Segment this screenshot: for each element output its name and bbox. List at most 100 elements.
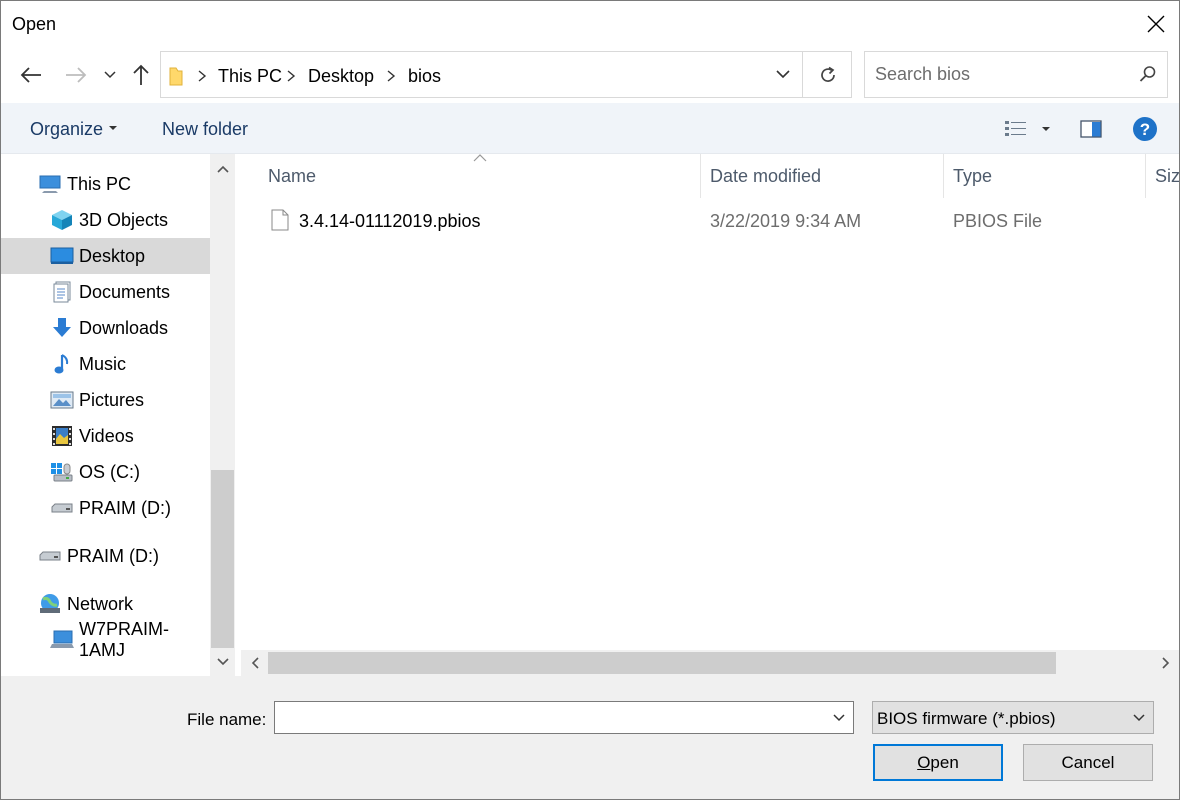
nav-item-label: Desktop xyxy=(79,245,146,266)
change-view-button[interactable] xyxy=(999,115,1055,143)
scrollbar-thumb[interactable] xyxy=(211,470,234,648)
chevron-down-icon xyxy=(104,71,116,79)
chevron-down-icon xyxy=(1133,713,1145,721)
file-row[interactable]: 3.4.14-01112019.pbios 3/22/2019 9:34 AM … xyxy=(241,204,1179,238)
nav-item-label: Music xyxy=(79,353,127,374)
address-history-dropdown[interactable] xyxy=(763,52,803,97)
new-folder-button[interactable]: New folder xyxy=(162,119,248,140)
file-icon xyxy=(271,209,289,236)
nav-item-3d-objects[interactable]: 3D Objects xyxy=(1,202,210,238)
breadcrumb-desktop[interactable]: Desktop xyxy=(308,66,374,87)
chevron-right-icon xyxy=(1161,657,1169,669)
file-type: PBIOS File xyxy=(953,211,1043,231)
nav-item-praim-d[interactable]: PRAIM (D:) xyxy=(1,490,210,526)
nav-item-label: This PC xyxy=(67,173,132,194)
column-divider[interactable] xyxy=(700,154,701,198)
breadcrumb-bios[interactable]: bios xyxy=(408,66,441,87)
preview-pane-icon xyxy=(1080,120,1102,138)
file-date-modified: 3/22/2019 9:34 AM xyxy=(710,211,862,231)
nav-item-videos[interactable]: Videos xyxy=(1,418,210,454)
nav-item-label: Pictures xyxy=(79,389,145,410)
scrollbar-thumb[interactable] xyxy=(268,652,1056,674)
nav-item-pictures[interactable]: Pictures xyxy=(1,382,210,418)
details-view-icon xyxy=(1005,121,1026,136)
breadcrumb-this-pc[interactable]: This PC xyxy=(218,66,282,87)
desktop-icon xyxy=(50,244,74,268)
nav-item-label: OS (C:) xyxy=(79,461,140,482)
nav-item-label: PRAIM (D:) xyxy=(67,545,159,566)
file-name-input[interactable] xyxy=(275,702,825,733)
download-arrow-icon xyxy=(50,316,74,340)
chevron-down-icon xyxy=(833,713,845,721)
file-name-dropdown-button[interactable] xyxy=(825,702,853,733)
nav-item-label: PRAIM (D:) xyxy=(79,497,171,518)
scroll-right-button[interactable] xyxy=(1152,650,1179,676)
close-button[interactable] xyxy=(1133,1,1179,47)
refresh-button[interactable] xyxy=(803,52,852,97)
windows-drive-icon xyxy=(50,460,74,484)
pictures-icon xyxy=(50,388,74,412)
scroll-up-button[interactable] xyxy=(210,154,235,184)
search-box[interactable] xyxy=(864,51,1168,98)
nav-item-network[interactable]: Network xyxy=(1,586,210,622)
column-header-size[interactable]: Size xyxy=(1155,154,1179,198)
navigation-pane: This PC 3D Objects Desktop Documents Dow… xyxy=(1,154,235,676)
usb-drive-icon xyxy=(38,544,62,568)
file-list-horizontal-scrollbar[interactable] xyxy=(241,650,1179,676)
file-type-filter-select[interactable]: BIOS firmware (*.pbios) xyxy=(872,701,1154,734)
chevron-right-icon xyxy=(387,70,396,82)
navigation-row: This PC Desktop bios xyxy=(1,47,1179,103)
nav-item-w7praim-1amj[interactable]: W7PRAIM-1AMJ xyxy=(1,619,210,660)
chevron-up-icon xyxy=(216,165,229,173)
open-button[interactable]: Open xyxy=(873,744,1003,781)
file-name-combobox[interactable] xyxy=(274,701,854,734)
scroll-down-button[interactable] xyxy=(210,648,235,676)
file-list: Name Date modified Type Size 3.4.14-0111… xyxy=(241,154,1179,676)
nav-item-music[interactable]: Music xyxy=(1,346,210,382)
scroll-left-button[interactable] xyxy=(241,650,268,676)
chevron-right-icon xyxy=(287,70,296,82)
back-button[interactable] xyxy=(17,61,45,89)
nav-item-downloads[interactable]: Downloads xyxy=(1,310,210,346)
column-header-type[interactable]: Type xyxy=(953,154,992,198)
column-header-name[interactable]: Name xyxy=(268,154,316,198)
folder-icon xyxy=(169,66,183,91)
nav-item-documents[interactable]: Documents xyxy=(1,274,210,310)
nav-item-os-c[interactable]: OS (C:) xyxy=(1,454,210,490)
nav-item-label: 3D Objects xyxy=(79,209,169,230)
organize-button[interactable]: Organize xyxy=(30,119,118,140)
nav-pane-scrollbar[interactable] xyxy=(210,154,235,676)
column-divider[interactable] xyxy=(1145,154,1146,198)
sort-ascending-icon xyxy=(473,154,487,162)
close-icon xyxy=(1147,15,1165,33)
search-icon[interactable] xyxy=(1139,65,1157,88)
file-type-dropdown-button[interactable] xyxy=(1125,702,1153,733)
svg-text:?: ? xyxy=(1140,120,1150,139)
search-input[interactable] xyxy=(865,52,1125,97)
help-button[interactable]: ? xyxy=(1131,115,1159,143)
music-note-icon xyxy=(50,352,74,376)
address-bar[interactable]: This PC Desktop bios xyxy=(160,51,852,98)
up-button[interactable] xyxy=(127,61,155,89)
nav-item-label: Documents xyxy=(79,281,171,302)
nav-item-desktop[interactable]: Desktop xyxy=(1,238,210,274)
preview-pane-button[interactable] xyxy=(1077,115,1105,143)
documents-icon xyxy=(50,280,74,304)
nav-item-label: Downloads xyxy=(79,317,169,338)
caret-down-icon xyxy=(1042,127,1050,131)
file-name: 3.4.14-01112019.pbios xyxy=(299,211,481,231)
nav-item-praim-d-root[interactable]: PRAIM (D:) xyxy=(1,538,210,574)
cancel-button[interactable]: Cancel xyxy=(1023,744,1153,781)
recent-locations-button[interactable] xyxy=(97,61,123,89)
nav-item-label: W7PRAIM-1AMJ xyxy=(79,619,169,660)
nav-item-this-pc[interactable]: This PC xyxy=(1,166,210,202)
column-divider[interactable] xyxy=(943,154,944,198)
network-computer-icon xyxy=(50,628,74,652)
arrow-right-icon xyxy=(66,67,87,83)
organize-label: Organize xyxy=(30,119,104,139)
arrow-left-icon xyxy=(20,67,41,83)
column-header-date-modified[interactable]: Date modified xyxy=(710,154,821,198)
forward-button[interactable] xyxy=(62,61,90,89)
caret-down-icon xyxy=(109,126,118,131)
dialog-title: Open xyxy=(12,14,57,34)
